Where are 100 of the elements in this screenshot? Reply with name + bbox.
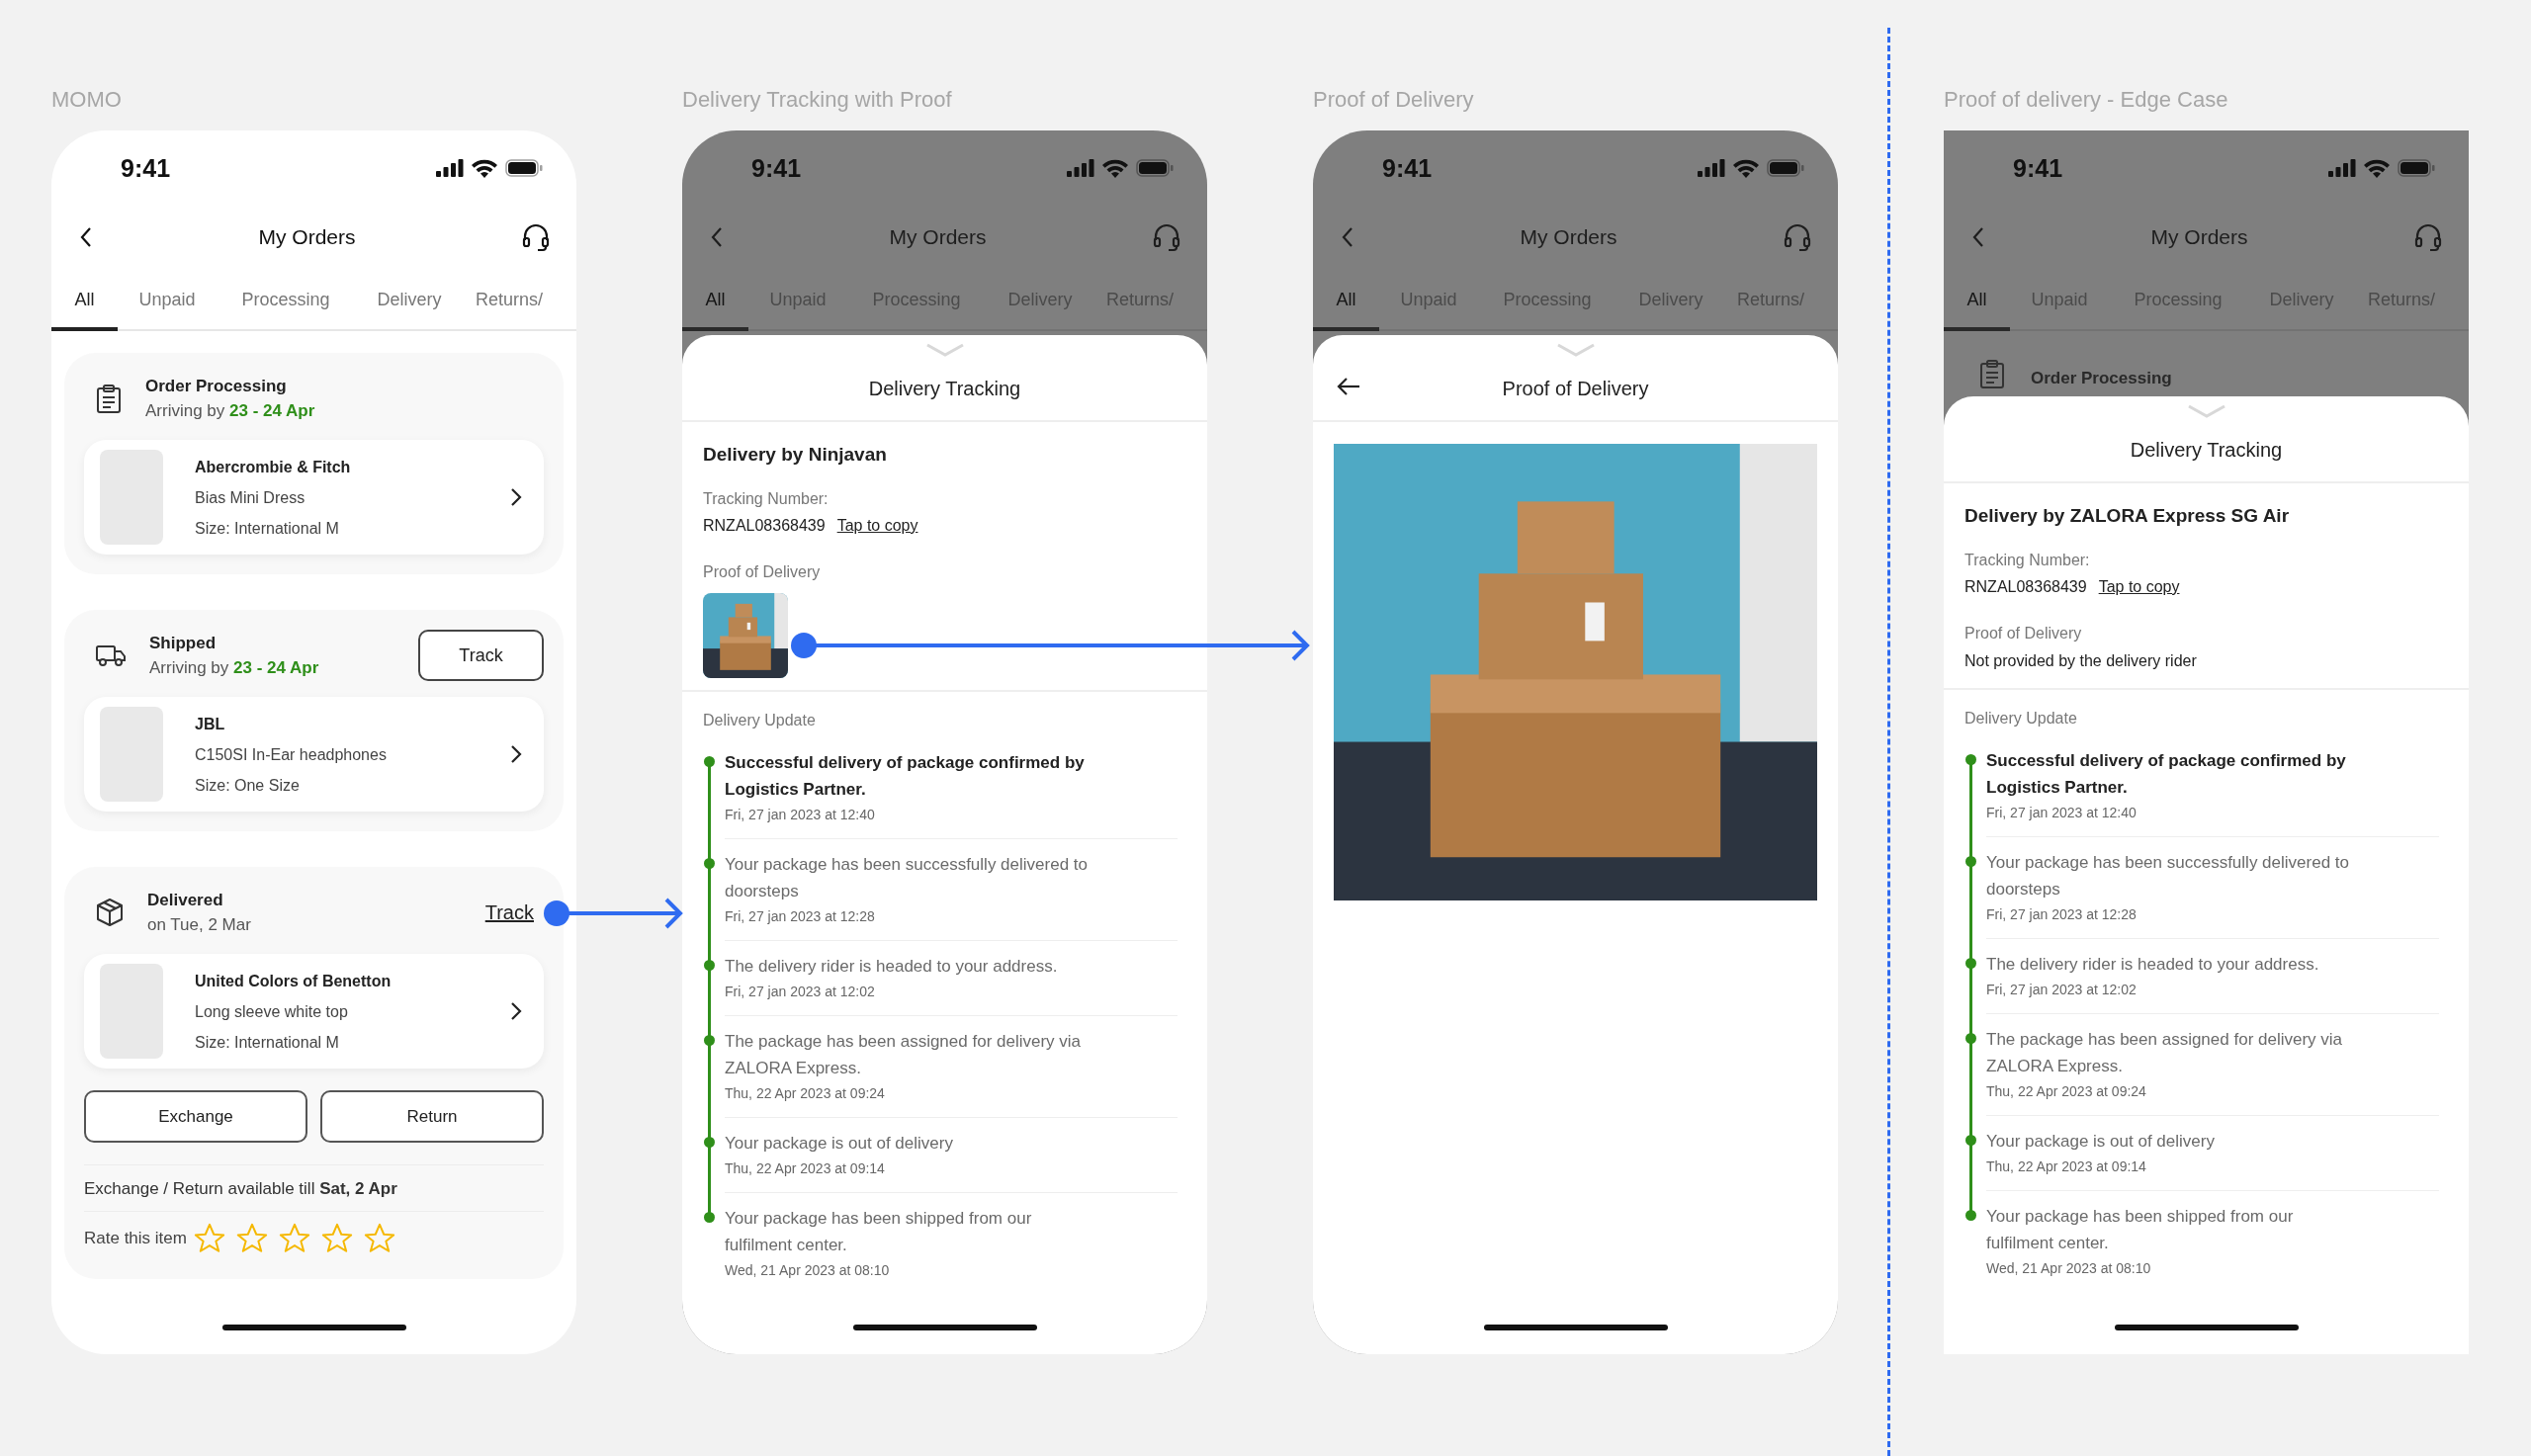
update-date: Thu, 22 Apr 2023 at 09:14 (725, 1159, 886, 1178)
updates-label: Delivery Update (702, 711, 817, 730)
action-button[interactable]: Exchange (84, 1090, 307, 1143)
order-status-title: Order Processing (2031, 369, 2172, 388)
update-date: Fri, 27 jan 2023 at 12:40 (725, 806, 876, 824)
product-size: Size: International M (195, 518, 340, 539)
update-text: Your package is out of delivery (725, 1133, 954, 1155)
status-time: 9:41 (121, 153, 171, 183)
tracking-label: Tracking Number: (1964, 551, 2091, 570)
update-text: Your package has been successfully delivered to doorsteps (1986, 852, 2350, 900)
update-text: Your package has been successfully delivered to doorsteps (725, 854, 1089, 902)
timeline-dot (704, 1212, 715, 1223)
update-text: Your package is out of delivery (1986, 1131, 2216, 1153)
battery-icon (505, 159, 543, 177)
star-icon[interactable] (319, 1222, 354, 1255)
timeline-dot (1965, 856, 1976, 867)
tab[interactable]: All (51, 269, 118, 331)
order-status-subtitle: on Tue, 2 Mar (147, 914, 252, 936)
battery-icon (2398, 159, 2435, 177)
battery-icon (1136, 159, 1174, 177)
truck-icon (96, 643, 126, 667)
update-text: The package has been assigned for delivery via ZALORA Express. (725, 1031, 1083, 1079)
timeline-dot (704, 756, 715, 767)
update-date: Fri, 27 jan 2023 at 12:02 (1986, 981, 2138, 999)
signal-icon (1698, 159, 1725, 177)
screen-title: My Orders (889, 225, 987, 249)
product-item[interactable]: JBL C150SI In-Ear headphones Size: One Size (84, 697, 544, 812)
star-icon[interactable] (192, 1222, 226, 1255)
wifi-icon (472, 158, 497, 178)
track-button[interactable]: Track (418, 630, 544, 681)
frame-title: MOMO (51, 87, 123, 114)
tracking-number: RNZAL08368439 (1964, 577, 2087, 597)
update-text: Successful delivery of package confirmed by Logistics Partner. (725, 752, 1086, 801)
update-date: Thu, 22 Apr 2023 at 09:14 (1986, 1157, 2147, 1176)
star-icon[interactable] (362, 1222, 396, 1255)
sheet-handle-icon[interactable] (1555, 343, 1596, 357)
wifi-icon (1102, 158, 1128, 178)
package-icon (96, 898, 124, 927)
proof-label: Proof of Delivery (703, 562, 822, 582)
product-brand: United Colors of Benetton (195, 971, 393, 991)
star-icon[interactable] (277, 1222, 311, 1255)
screen-title: My Orders (1520, 225, 1617, 249)
update-text: Your package has been shipped from our fulfilment center. (1986, 1206, 2295, 1254)
screen-title: My Orders (2150, 225, 2248, 249)
signal-icon (2328, 159, 2356, 177)
updates-label: Delivery Update (1964, 709, 2078, 728)
timeline-dot (1965, 1135, 1976, 1146)
sheet-title: Proof of Delivery (1502, 377, 1649, 400)
battery-icon (1767, 159, 1804, 177)
status-time: 9:41 (2013, 153, 2063, 183)
tab[interactable]: All (682, 269, 748, 331)
carrier-name: Delivery by ZALORA Express SG Air (1964, 505, 2291, 527)
copy-link[interactable]: Tap to copy (2098, 573, 2180, 600)
order-status-title: Shipped (149, 633, 218, 654)
sheet-title: Delivery Tracking (868, 377, 1021, 400)
chevron-right-icon (510, 1001, 522, 1021)
action-button[interactable]: Return (320, 1090, 544, 1143)
product-item[interactable]: Abercrombie & Fitch Bias Mini Dress Size: International M (84, 440, 544, 555)
product-item[interactable]: United Colors of Benetton Long sleeve white top Size: International M (84, 954, 544, 1069)
track-link[interactable]: Track (484, 900, 534, 924)
frame-title: Delivery Tracking with Proof (682, 87, 953, 114)
tab[interactable]: Delivery (355, 269, 464, 331)
back-icon[interactable] (79, 226, 93, 248)
tab[interactable]: Unpaid (118, 269, 217, 331)
product-size: Size: International M (195, 1032, 340, 1053)
tab[interactable]: Processing (217, 269, 355, 331)
availability-note: Exchange / Return available till Sat, 2 Apr (84, 1164, 544, 1211)
timeline-dot (704, 1035, 715, 1046)
tab[interactable]: All (1313, 269, 1379, 331)
update-date: Wed, 21 Apr 2023 at 08:10 (1986, 1259, 2152, 1278)
timeline-dot (704, 1137, 715, 1148)
frame-title: Proof of delivery - Edge Case (1944, 87, 2229, 114)
arrow-left-icon[interactable] (1337, 377, 1360, 396)
tracking-number: RNZAL08368439 (703, 516, 826, 536)
timeline-dot (704, 858, 715, 869)
product-name: C150SI In-Ear headphones (195, 744, 388, 765)
frame-title: Proof of Delivery (1313, 87, 1475, 114)
order-status-subtitle: Arriving by 23 - 24 Apr (145, 400, 316, 422)
timeline-dot (1965, 1210, 1976, 1221)
tab[interactable]: Returns/ (464, 269, 576, 331)
order-status-subtitle: Arriving by 23 - 24 Apr (149, 657, 320, 679)
clipboard-icon (96, 384, 122, 413)
tab[interactable]: All (1944, 269, 2010, 331)
copy-link[interactable]: Tap to copy (836, 512, 918, 539)
star-icon[interactable] (234, 1222, 269, 1255)
screen-title: My Orders (258, 225, 356, 249)
headset-icon[interactable] (521, 222, 551, 252)
timeline-dot (1965, 958, 1976, 969)
signal-icon (1067, 159, 1094, 177)
timeline-dot (704, 960, 715, 971)
sheet-handle-icon[interactable] (2186, 404, 2226, 418)
update-text: Your package has been shipped from our fulfilment center. (725, 1208, 1033, 1256)
signal-icon (436, 159, 464, 177)
update-date: Fri, 27 jan 2023 at 12:28 (725, 907, 876, 926)
status-time: 9:41 (751, 153, 802, 183)
product-size: Size: One Size (195, 775, 301, 796)
timeline-dot (1965, 754, 1976, 765)
update-date: Fri, 27 jan 2023 at 12:40 (1986, 804, 2138, 822)
sheet-handle-icon[interactable] (924, 343, 965, 357)
proof-note: Not provided by the delivery rider (1964, 651, 2198, 671)
